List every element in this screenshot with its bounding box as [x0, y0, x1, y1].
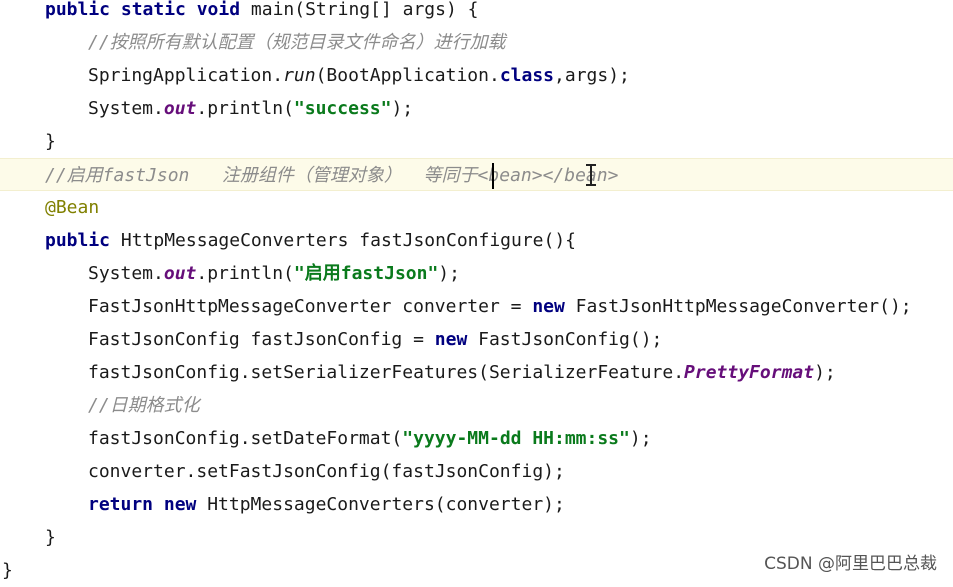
- code-line-text: System.out.println("启用fastJson");: [88, 257, 460, 290]
- code-token: }: [2, 560, 13, 581]
- code-token: );: [391, 98, 414, 119]
- code-line[interactable]: FastJsonConfig fastJsonConfig = new Fast…: [0, 323, 953, 356]
- code-token: main(String[] args) {: [240, 0, 479, 20]
- code-line-text: fastJsonConfig.setSerializerFeatures(Ser…: [88, 356, 836, 389]
- code-line-text: FastJsonHttpMessageConverter converter =…: [88, 290, 912, 323]
- code-line-text: //按照所有默认配置（规范目录文件命名）进行加载: [88, 26, 506, 59]
- code-line-text: @Bean: [45, 191, 99, 224]
- code-token: "启用fastJson": [293, 263, 439, 284]
- code-token: out: [163, 263, 197, 284]
- code-token: .println(: [196, 263, 294, 284]
- code-line[interactable]: SpringApplication.run(BootApplication.cl…: [0, 59, 953, 92]
- code-token: new: [532, 296, 565, 317]
- code-line-text: //日期格式化: [88, 389, 200, 422]
- code-token: }: [45, 527, 56, 548]
- code-line[interactable]: }: [0, 125, 953, 158]
- code-token: );: [814, 362, 836, 383]
- code-line-text: SpringApplication.run(BootApplication.cl…: [88, 59, 630, 92]
- code-line-text: fastJsonConfig.setDateFormat("yyyy-MM-dd…: [88, 422, 652, 455]
- code-token: HttpMessageConverters fastJsonConfigure(…: [110, 230, 577, 251]
- code-token: FastJsonConfig fastJsonConfig =: [88, 329, 435, 350]
- text-caret: [492, 163, 494, 189]
- code-token: System.: [88, 98, 164, 119]
- code-line-text: public HttpMessageConverters fastJsonCon…: [45, 224, 576, 257]
- code-token: ,args);: [554, 65, 630, 86]
- code-line-text: converter.setFastJsonConfig(fastJsonConf…: [88, 455, 565, 488]
- code-line-text: return new HttpMessageConverters(convert…: [88, 488, 565, 521]
- code-line-text: FastJsonConfig fastJsonConfig = new Fast…: [88, 323, 662, 356]
- code-token: .println(: [196, 98, 294, 119]
- ibeam-cursor-icon: [586, 162, 596, 188]
- code-token: //日期格式化: [88, 395, 200, 416]
- code-token: SpringApplication.: [88, 65, 284, 86]
- code-token: FastJsonHttpMessageConverter();: [564, 296, 912, 317]
- code-token: HttpMessageConverters(converter);: [196, 494, 565, 515]
- code-line[interactable]: fastJsonConfig.setSerializerFeatures(Ser…: [0, 356, 953, 389]
- code-token: FastJsonHttpMessageConverter converter =: [88, 296, 533, 317]
- code-token: @Bean: [45, 197, 100, 218]
- code-line[interactable]: System.out.println("启用fastJson");: [0, 257, 953, 290]
- code-line[interactable]: //启用fastJson 注册组件（管理对象） 等同于<bean></bean>: [0, 158, 953, 191]
- code-token: out: [163, 98, 197, 119]
- code-token: "yyyy-MM-dd HH:mm:ss": [402, 428, 630, 449]
- code-token: run: [283, 65, 316, 86]
- code-token: System.: [88, 263, 164, 284]
- code-token: (BootApplication.: [315, 65, 500, 86]
- code-token: );: [629, 428, 652, 449]
- code-line[interactable]: fastJsonConfig.setDateFormat("yyyy-MM-dd…: [0, 422, 953, 455]
- code-line[interactable]: System.out.println("success");: [0, 92, 953, 125]
- code-token: converter.setFastJsonConfig(fastJsonConf…: [88, 461, 565, 482]
- code-token: "success": [293, 98, 392, 119]
- code-token: fastJsonConfig.setSerializerFeatures(Ser…: [88, 362, 685, 383]
- code-line[interactable]: @Bean: [0, 191, 953, 224]
- code-line-text: }: [45, 521, 56, 554]
- code-token: }: [45, 131, 56, 152]
- code-line[interactable]: public static void main(String[] args) {: [0, 0, 953, 26]
- code-line[interactable]: public HttpMessageConverters fastJsonCon…: [0, 224, 953, 257]
- code-token: //启用fastJson 注册组件（管理对象） 等同于<bean></bean>: [45, 165, 619, 186]
- code-token: class: [499, 65, 555, 86]
- code-token: public static void: [45, 0, 241, 20]
- code-line-text: public static void main(String[] args) {: [45, 0, 479, 26]
- code-line[interactable]: return new HttpMessageConverters(convert…: [0, 488, 953, 521]
- code-token: );: [438, 263, 460, 284]
- code-line-text: }: [45, 125, 56, 158]
- code-token: PrettyFormat: [684, 362, 815, 383]
- code-line[interactable]: converter.setFastJsonConfig(fastJsonConf…: [0, 455, 953, 488]
- code-line-text: //启用fastJson 注册组件（管理对象） 等同于<bean></bean>: [45, 159, 618, 192]
- code-editor[interactable]: public static void main(String[] args) {…: [0, 0, 953, 582]
- code-token: new: [434, 329, 468, 350]
- code-line[interactable]: //日期格式化: [0, 389, 953, 422]
- code-token: //按照所有默认配置（规范目录文件命名）进行加载: [88, 32, 506, 53]
- code-line[interactable]: //按照所有默认配置（规范目录文件命名）进行加载: [0, 26, 953, 59]
- code-line[interactable]: FastJsonHttpMessageConverter converter =…: [0, 290, 953, 323]
- code-line-text: }: [2, 554, 13, 587]
- code-token: fastJsonConfig.setDateFormat(: [88, 428, 403, 449]
- code-token: FastJsonConfig();: [467, 329, 663, 350]
- code-line-text: System.out.println("success");: [88, 92, 413, 125]
- code-token: return new: [88, 494, 197, 515]
- csdn-watermark: CSDN @阿里巴巴总裁: [764, 554, 937, 574]
- code-token: public: [45, 230, 111, 251]
